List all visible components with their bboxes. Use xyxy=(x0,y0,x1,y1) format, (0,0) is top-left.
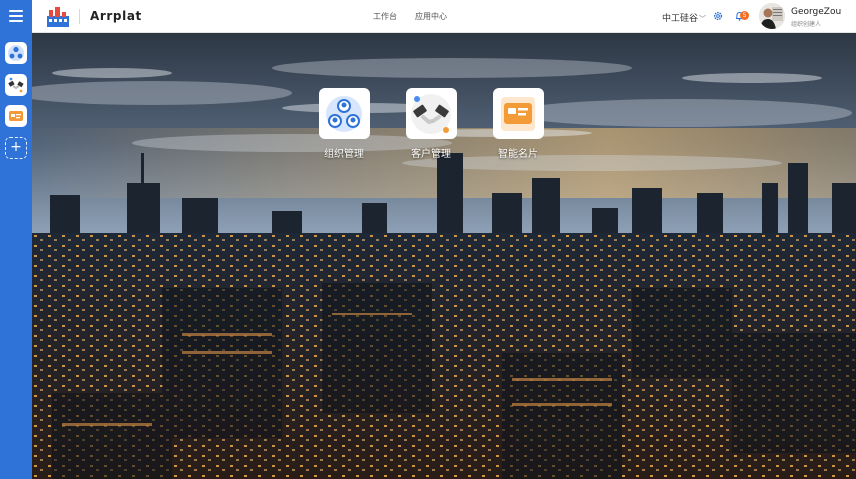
app-tile-label: 智能名片 xyxy=(498,149,538,160)
brand-name: Arrplat xyxy=(90,9,142,23)
gear-icon[interactable] xyxy=(713,11,723,21)
rail-app-customer-management[interactable] xyxy=(5,74,27,96)
left-rail: + xyxy=(0,0,32,479)
app-logo-icon xyxy=(47,7,69,27)
app-tile-icon xyxy=(405,88,457,139)
add-app-button[interactable]: + xyxy=(5,137,27,159)
app-tile-label: 客户管理 xyxy=(411,149,451,160)
app-tile-icon xyxy=(492,88,544,139)
top-bar: Arrplat 工作台 应用中心 中工硅谷﹀ 5 GeorgeZou 组织创建人 xyxy=(32,0,856,33)
logo-divider xyxy=(79,9,80,24)
app-tile-label: 组织管理 xyxy=(324,149,364,160)
hamburger-menu-icon[interactable] xyxy=(9,10,23,22)
org-people-icon xyxy=(326,95,362,132)
app-tile-customer-management[interactable]: 客户管理 xyxy=(396,88,466,160)
nav-app-center[interactable]: 应用中心 xyxy=(415,11,447,22)
chevron-down-icon: ﹀ xyxy=(699,15,707,23)
org-name: 中工硅谷 xyxy=(662,14,699,24)
business-card-icon xyxy=(9,111,23,121)
business-card-icon xyxy=(501,96,535,131)
org-switcher[interactable]: 中工硅谷﹀ xyxy=(662,11,706,24)
app-tile-org-management[interactable]: 组织管理 xyxy=(309,88,379,160)
app-tile-icon xyxy=(318,88,370,139)
handshake-icon xyxy=(8,77,24,93)
nav-workbench[interactable]: 工作台 xyxy=(373,11,397,22)
rail-app-smart-card[interactable] xyxy=(5,105,27,127)
handshake-icon xyxy=(411,93,451,134)
desktop-background: 组织管理 客户管理 智能名片 xyxy=(32,33,856,479)
app-tile-smart-card[interactable]: 智能名片 xyxy=(483,88,553,160)
user-name[interactable]: GeorgeZou xyxy=(791,7,841,17)
notification-badge: 5 xyxy=(740,11,749,20)
rail-app-org-management[interactable] xyxy=(5,42,27,64)
user-photo xyxy=(759,3,785,29)
user-role: 组织创建人 xyxy=(791,21,822,28)
avatar[interactable] xyxy=(759,3,785,29)
org-people-icon xyxy=(8,45,24,61)
